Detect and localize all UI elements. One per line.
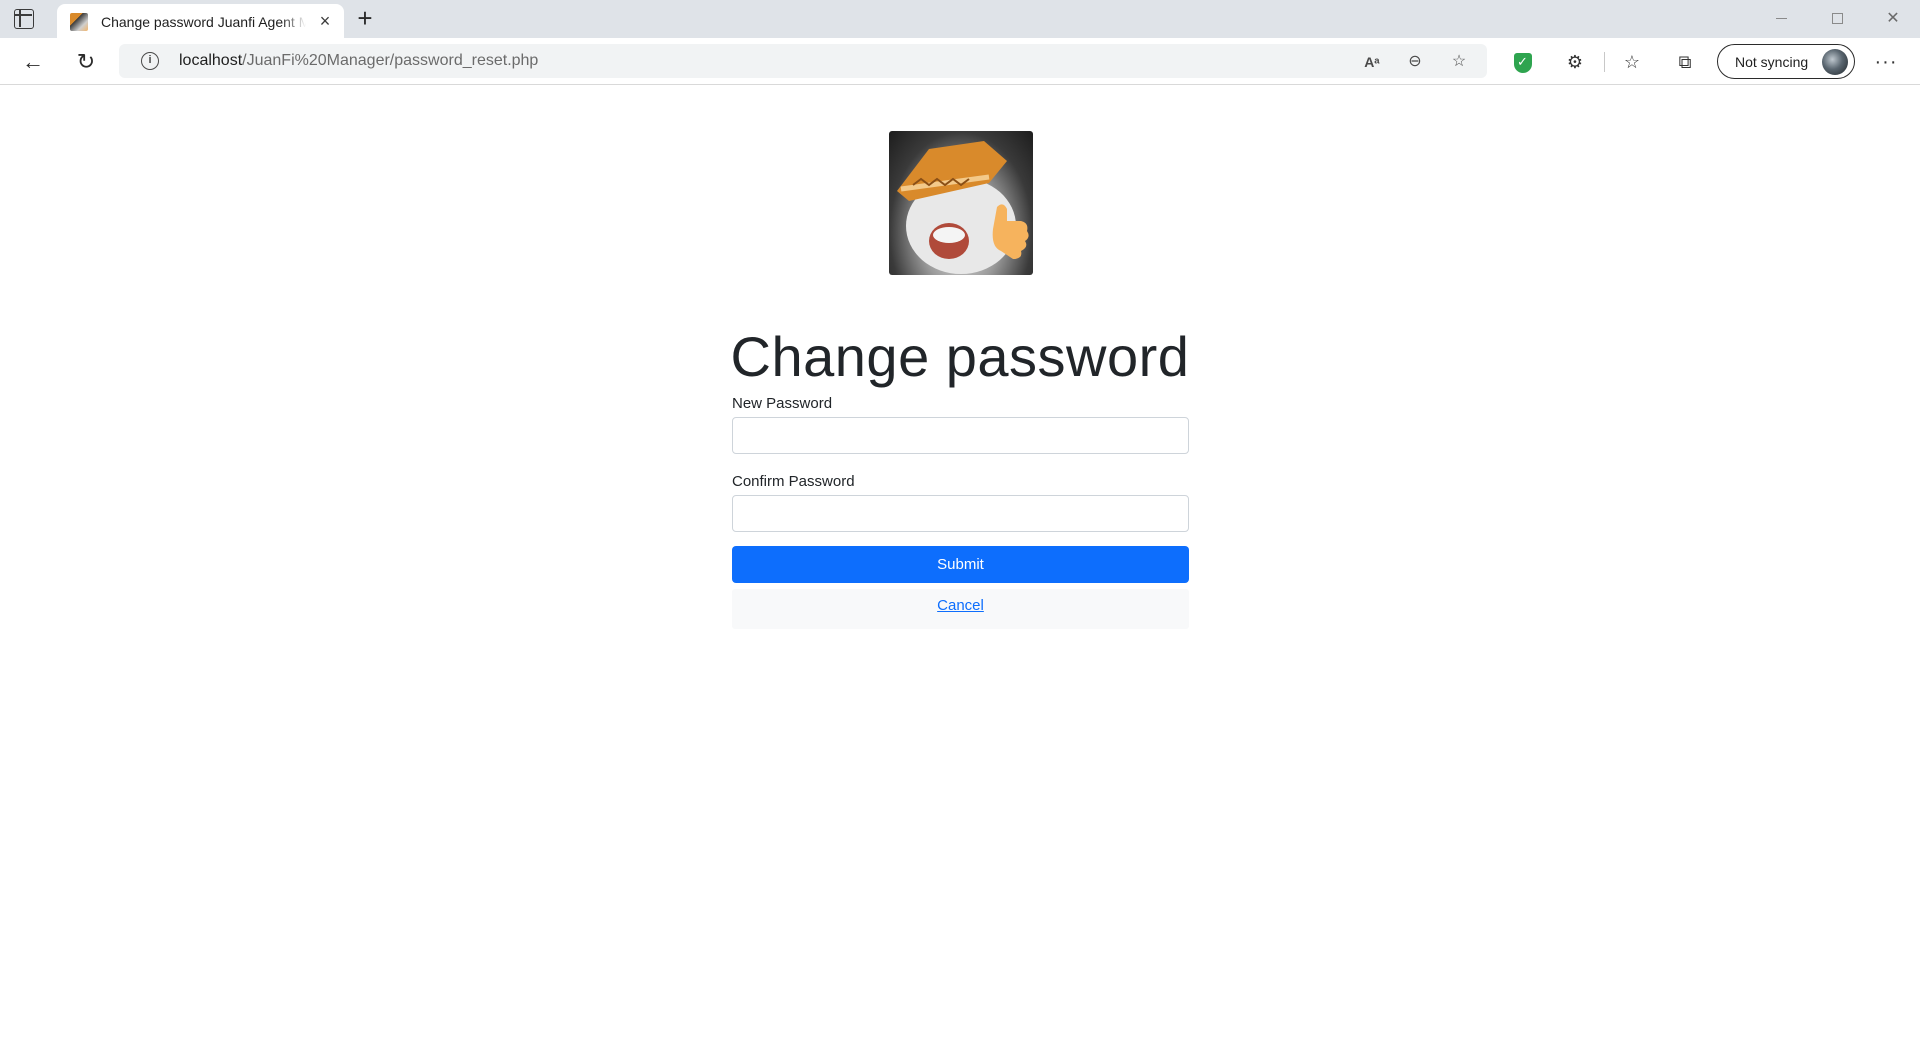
tab-actions-icon[interactable] [14,9,34,29]
extensions-icon[interactable]: ⚙ [1562,49,1588,75]
new-password-label: New Password [732,395,833,412]
page-title: Change password [730,325,1190,388]
collections-icon[interactable]: ⧉ [1672,49,1698,75]
close-tab-icon[interactable]: × [315,11,335,31]
cancel-container: Cancel [732,589,1189,629]
confirm-password-group: Confirm Password [732,472,1189,532]
url-path: /JuanFi%20Manager/password_reset.php [242,52,539,69]
address-bar[interactable]: i localhost/JuanFi%20Manager/password_re… [119,44,1487,78]
cancel-link[interactable]: Cancel [937,597,984,614]
favicon-icon [70,13,88,31]
url-host: localhost [179,52,243,69]
profile-button[interactable]: Not syncing [1717,44,1855,79]
minimize-button[interactable] [1758,4,1804,34]
favorites-icon[interactable]: ☆ [1619,49,1645,75]
reload-icon[interactable]: ↻ [70,46,102,78]
restore-button[interactable] [1814,4,1860,34]
change-password-form: New Password Confirm Password Submit Can… [732,394,1189,629]
new-password-field[interactable] [732,417,1189,454]
site-info-icon[interactable]: i [141,52,159,70]
tab-title: Change password Juanfi Agent Manager [101,14,306,30]
profile-label: Not syncing [1735,54,1809,70]
confirm-password-label: Confirm Password [732,473,855,490]
close-window-button[interactable]: ✕ [1870,4,1916,34]
browser-toolbar: ← ↻ i localhost/JuanFi%20Manager/passwor… [0,38,1920,85]
logo-cat-icon [897,141,1029,274]
read-aloud-icon[interactable]: Aᵃ [1360,50,1384,74]
toolbar-divider [1604,52,1605,72]
url-text[interactable]: localhost/JuanFi%20Manager/password_rese… [179,52,538,70]
more-options-icon[interactable]: ··· [1873,49,1899,75]
new-tab-icon[interactable]: + [352,5,378,32]
avatar [1822,49,1848,75]
tab-strip: Change password Juanfi Agent Manager × +… [0,0,1920,38]
shield-extension-icon[interactable] [1510,49,1536,75]
zoom-out-icon[interactable]: ⊖ [1403,50,1427,74]
back-arrow-icon[interactable]: ← [17,46,49,78]
add-favorite-icon[interactable]: ☆ [1447,50,1471,74]
logo-image [889,131,1033,275]
page-content: Change password New Password Confirm Pas… [0,86,1920,1050]
confirm-password-field[interactable] [732,495,1189,532]
submit-button[interactable]: Submit [732,546,1189,583]
tab-active[interactable]: Change password Juanfi Agent Manager × [57,4,344,38]
